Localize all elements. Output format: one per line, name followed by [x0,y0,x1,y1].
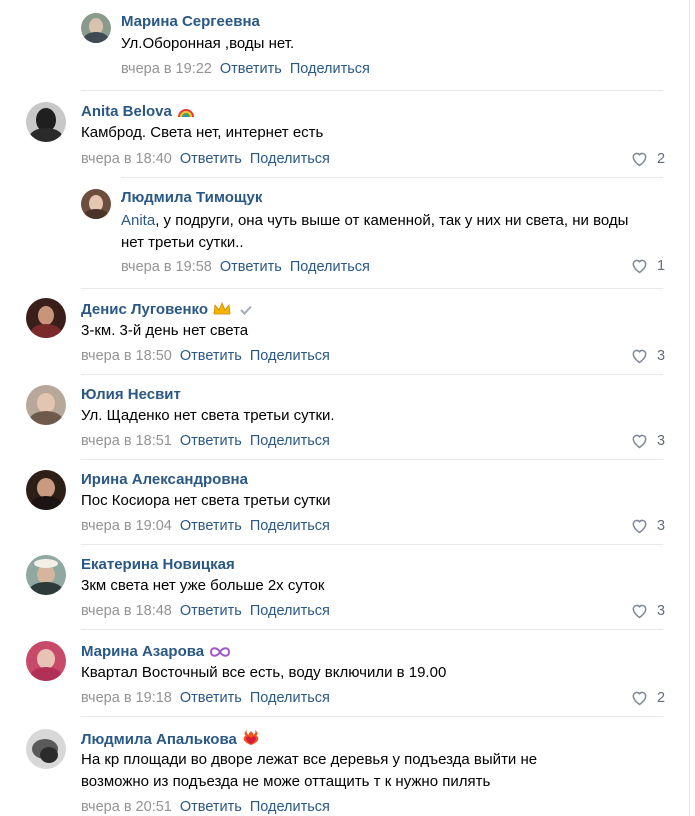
separator [81,459,663,460]
rainbow-icon [177,104,195,122]
reply-button[interactable]: Ответить [180,151,242,167]
reply-button[interactable]: Ответить [180,799,242,815]
comment-date[interactable]: вчера в 19:58 [121,259,212,275]
avatar[interactable] [26,470,66,510]
reply-button[interactable]: Ответить [180,518,242,534]
separator [81,716,663,717]
share-button[interactable]: Поделиться [250,603,330,619]
comments-panel: Марина Сергеевна Ул.Оборонная ,воды нет.… [0,0,695,816]
share-button[interactable]: Поделиться [250,151,330,167]
avatar[interactable] [26,555,66,595]
comment-text: Ул.Оборонная ,воды нет. [121,35,295,52]
separator [81,288,663,289]
share-button[interactable]: Поделиться [250,690,330,706]
avatar[interactable] [26,298,66,338]
comment-text: Квартал Восточный все есть, воду включил… [81,664,447,681]
author-name[interactable]: Денис Луговенко [81,301,208,318]
comment-text: Камброд. Света нет, интернет есть [81,124,324,141]
like-count: 1 [657,257,666,274]
author-name[interactable]: Юлия Несвит [81,386,181,403]
comment-date[interactable]: вчера в 19:18 [81,690,172,706]
like-button[interactable]: 2 [630,150,665,167]
flaming-heart-icon [242,729,260,750]
avatar[interactable] [81,13,111,43]
infinity-icon [209,645,231,662]
author-name[interactable]: Екатерина Новицкая [81,556,235,573]
like-count: 2 [657,150,666,167]
like-button[interactable]: 1 [630,257,665,274]
comment-text: Anita, у подруги, она чуть выше от камен… [121,210,651,254]
author-name[interactable]: Ирина Александровна [81,471,248,488]
like-button[interactable]: 3 [630,602,665,619]
author-name[interactable]: Марина Сергеевна [121,13,260,30]
comment-date[interactable]: вчера в 18:50 [81,348,172,364]
panel-border [689,0,690,816]
comment-text-body: , у подруги, она чуть выше от каменной, … [121,212,629,251]
heart-outline-icon [632,259,647,274]
heart-outline-icon [632,691,647,706]
mention-link[interactable]: Anita [121,212,155,229]
heart-outline-icon [632,604,647,619]
like-count: 2 [657,689,666,706]
like-button[interactable]: 3 [630,517,665,534]
reply-button[interactable]: Ответить [180,603,242,619]
separator [81,544,663,545]
like-count: 3 [657,432,666,449]
reply-button[interactable]: Ответить [180,433,242,449]
avatar[interactable] [26,641,66,681]
author-name[interactable]: Людмила Апалькова [81,731,237,748]
comment-text: Пос Косиора нет света третьи сутки [81,492,331,509]
comment-date[interactable]: вчера в 19:04 [81,518,172,534]
separator [121,177,663,178]
like-count: 3 [657,602,666,619]
heart-outline-icon [632,349,647,364]
heart-outline-icon [632,519,647,534]
avatar[interactable] [26,385,66,425]
separator [81,374,663,375]
check-icon [239,303,253,320]
author-name[interactable]: Anita Belova [81,103,172,120]
comment-date[interactable]: вчера в 19:22 [121,61,212,77]
comment-date[interactable]: вчера в 18:48 [81,603,172,619]
comment-text: 3-км. 3-й день нет света [81,322,249,339]
author-name[interactable]: Марина Азарова [81,643,204,660]
comment-date[interactable]: вчера в 18:51 [81,433,172,449]
avatar[interactable] [26,729,66,769]
like-button[interactable]: 2 [630,689,665,706]
like-count: 3 [657,347,666,364]
share-button[interactable]: Поделиться [250,433,330,449]
reply-button[interactable]: Ответить [180,690,242,706]
like-button[interactable]: 3 [630,347,665,364]
separator [81,90,663,91]
share-button[interactable]: Поделиться [290,61,370,77]
reply-button[interactable]: Ответить [180,348,242,364]
comment-date[interactable]: вчера в 20:51 [81,799,172,815]
like-button[interactable]: 3 [630,432,665,449]
share-button[interactable]: Поделиться [250,348,330,364]
reply-button[interactable]: Ответить [220,61,282,77]
crown-icon [213,301,231,320]
comment-date[interactable]: вчера в 18:40 [81,151,172,167]
share-button[interactable]: Поделиться [290,259,370,275]
avatar[interactable] [26,102,66,142]
comment-text: На кр площади во дворе лежат все деревья… [81,751,538,790]
like-count: 3 [657,517,666,534]
author-name[interactable]: Людмила Тимощук [121,189,262,206]
heart-outline-icon [632,152,647,167]
comment-text: 3км света нет уже больше 2х суток [81,577,325,594]
avatar[interactable] [81,189,111,219]
comment-text: Ул. Щаденко нет света третьи сутки. [81,407,335,424]
share-button[interactable]: Поделиться [250,518,330,534]
reply-button[interactable]: Ответить [220,259,282,275]
heart-outline-icon [632,434,647,449]
separator [81,629,663,630]
share-button[interactable]: Поделиться [250,799,330,815]
